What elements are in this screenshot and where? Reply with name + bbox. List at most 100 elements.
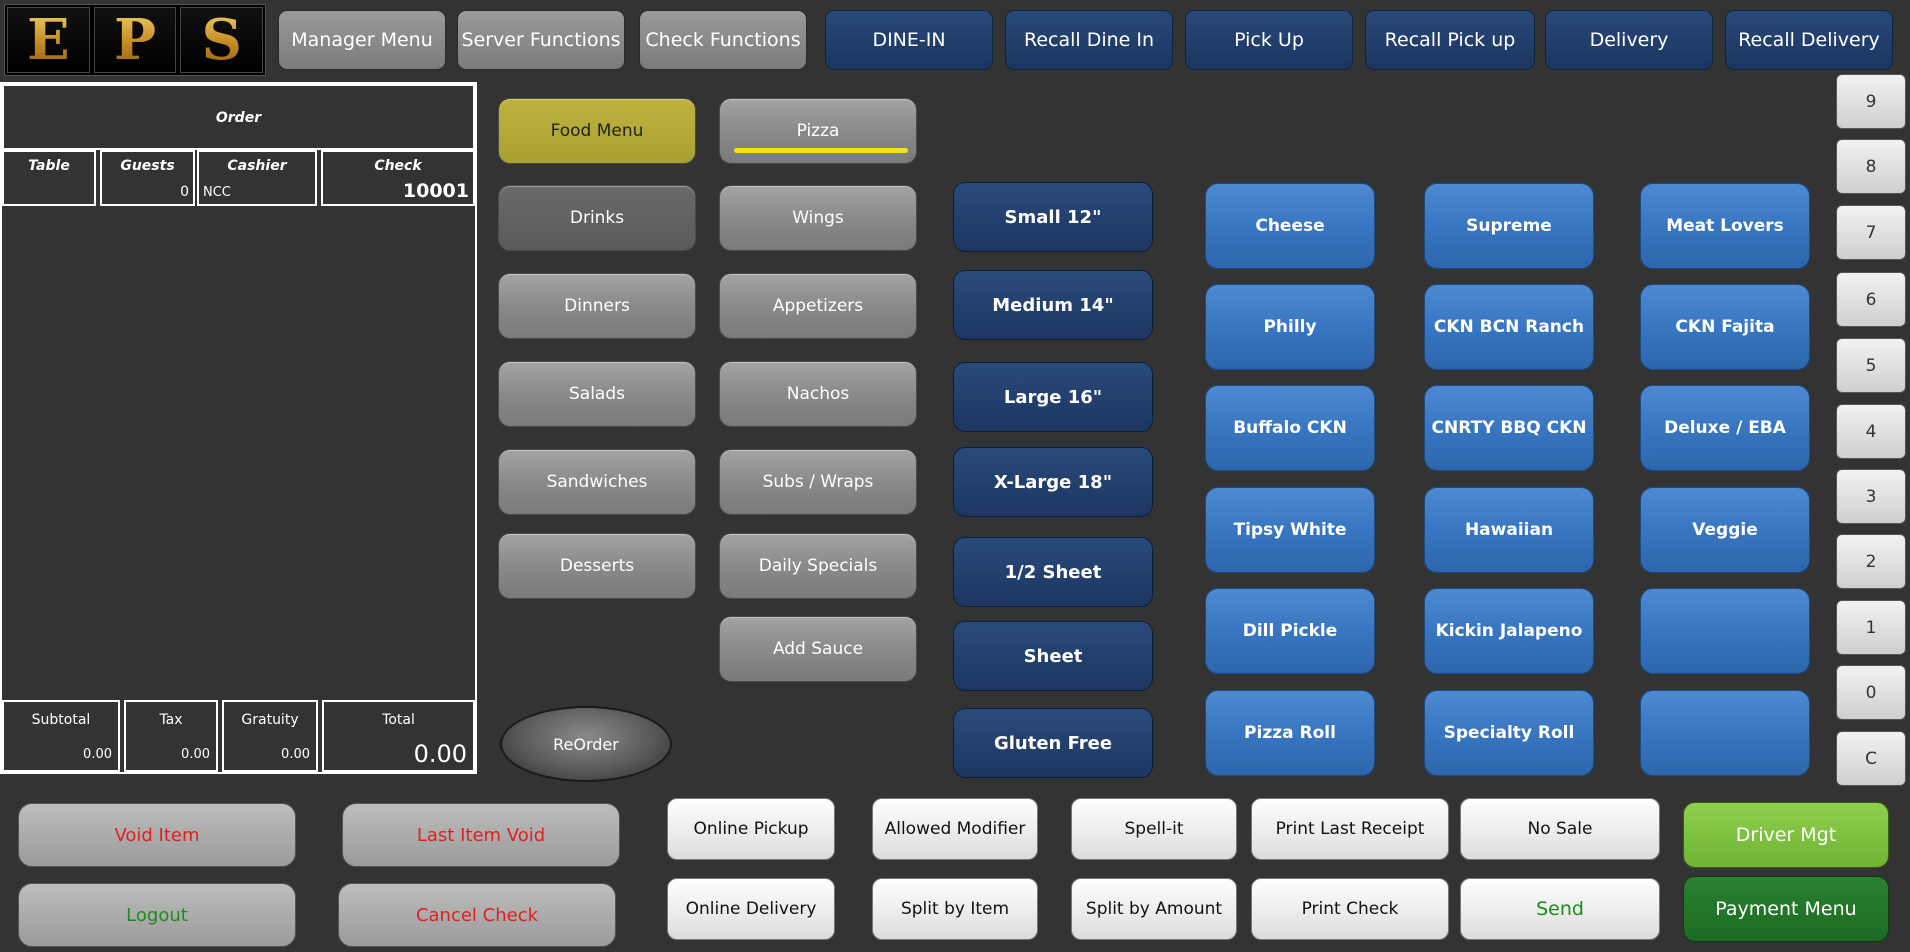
guests-cell: Guests 0: [100, 150, 195, 206]
table-label: Table: [28, 158, 70, 174]
pizza-meat-lovers[interactable]: Meat Lovers: [1640, 183, 1810, 269]
numpad-5[interactable]: 5: [1836, 338, 1906, 393]
category-dinners[interactable]: Dinners: [498, 273, 696, 339]
pizza-philly[interactable]: Philly: [1205, 284, 1375, 370]
split-by-item-button[interactable]: Split by Item: [872, 878, 1038, 940]
numpad-2[interactable]: 2: [1836, 534, 1906, 589]
check-label: Check: [374, 158, 422, 174]
logo-letter-p: P: [93, 7, 177, 73]
numpad-4[interactable]: 4: [1836, 404, 1906, 459]
total-cell: Total 0.00: [322, 700, 475, 772]
size-medium-14[interactable]: Medium 14": [953, 270, 1153, 340]
category-sandwiches[interactable]: Sandwiches: [498, 449, 696, 515]
total-label: Total: [382, 712, 415, 728]
delivery-button[interactable]: Delivery: [1545, 10, 1713, 70]
last-item-void-button[interactable]: Last Item Void: [342, 803, 620, 867]
tax-cell: Tax 0.00: [124, 700, 218, 772]
order-item-list[interactable]: [2, 206, 475, 698]
recall-pick-up-button[interactable]: Recall Pick up: [1365, 10, 1535, 70]
pizza-deluxe-eba[interactable]: Deluxe / EBA: [1640, 385, 1810, 471]
total-value: 0.00: [413, 740, 467, 768]
gratuity-cell: Gratuity 0.00: [222, 700, 318, 772]
size-xlarge-18[interactable]: X-Large 18": [953, 447, 1153, 517]
manager-menu-button[interactable]: Manager Menu: [278, 10, 446, 70]
server-functions-button[interactable]: Server Functions: [457, 10, 625, 70]
category-appetizers[interactable]: Appetizers: [719, 273, 917, 339]
tax-label: Tax: [159, 712, 183, 728]
allowed-modifier-button[interactable]: Allowed Modifier: [872, 798, 1038, 860]
numpad-3[interactable]: 3: [1836, 469, 1906, 524]
dine-in-button[interactable]: DINE-IN: [825, 10, 993, 70]
check-number: 10001: [402, 180, 469, 202]
no-sale-button[interactable]: No Sale: [1460, 798, 1660, 860]
recall-dine-in-button[interactable]: Recall Dine In: [1005, 10, 1173, 70]
category-subs-wraps[interactable]: Subs / Wraps: [719, 449, 917, 515]
send-button[interactable]: Send: [1460, 878, 1660, 940]
pizza-cheese[interactable]: Cheese: [1205, 183, 1375, 269]
cancel-check-button[interactable]: Cancel Check: [338, 883, 616, 947]
size-sheet[interactable]: Sheet: [953, 621, 1153, 691]
numpad-9[interactable]: 9: [1836, 74, 1906, 129]
size-half-sheet[interactable]: 1/2 Sheet: [953, 537, 1153, 607]
numpad-8[interactable]: 8: [1836, 139, 1906, 194]
pizza-tipsy-white[interactable]: Tipsy White: [1205, 487, 1375, 573]
size-small-12[interactable]: Small 12": [953, 182, 1153, 252]
pizza-veggie[interactable]: Veggie: [1640, 487, 1810, 573]
category-add-sauce[interactable]: Add Sauce: [719, 616, 917, 682]
reorder-button[interactable]: ReOrder: [500, 706, 672, 782]
online-pickup-button[interactable]: Online Pickup: [667, 798, 835, 860]
pizza-empty-slot-1[interactable]: [1640, 588, 1810, 674]
logo-letter-s: S: [180, 7, 264, 73]
payment-menu-button[interactable]: Payment Menu: [1683, 876, 1889, 942]
print-check-button[interactable]: Print Check: [1251, 878, 1449, 940]
subtotal-value: 0.00: [83, 747, 112, 762]
logout-button[interactable]: Logout: [18, 883, 296, 947]
category-salads[interactable]: Salads: [498, 361, 696, 427]
pizza-empty-slot-2[interactable]: [1640, 690, 1810, 776]
size-large-16[interactable]: Large 16": [953, 362, 1153, 432]
pizza-dill-pickle[interactable]: Dill Pickle: [1205, 588, 1375, 674]
selected-underline: [734, 148, 908, 153]
numpad-0[interactable]: 0: [1836, 665, 1906, 720]
cashier-label: Cashier: [227, 158, 287, 174]
pizza-ckn-bcn-ranch[interactable]: CKN BCN Ranch: [1424, 284, 1594, 370]
spell-it-button[interactable]: Spell-it: [1071, 798, 1237, 860]
print-last-receipt-button[interactable]: Print Last Receipt: [1251, 798, 1449, 860]
pick-up-button[interactable]: Pick Up: [1185, 10, 1353, 70]
eps-logo: E P S: [4, 4, 266, 76]
numpad-6[interactable]: 6: [1836, 272, 1906, 327]
gratuity-value: 0.00: [281, 747, 310, 762]
category-nachos[interactable]: Nachos: [719, 361, 917, 427]
cashier-cell: Cashier NCC: [197, 150, 317, 206]
pizza-supreme[interactable]: Supreme: [1424, 183, 1594, 269]
numpad-clear[interactable]: C: [1836, 731, 1906, 786]
pizza-pizza-roll[interactable]: Pizza Roll: [1205, 690, 1375, 776]
category-food-menu[interactable]: Food Menu: [498, 98, 696, 164]
category-wings[interactable]: Wings: [719, 185, 917, 251]
category-desserts[interactable]: Desserts: [498, 533, 696, 599]
size-gluten-free[interactable]: Gluten Free: [953, 708, 1153, 778]
tax-value: 0.00: [181, 747, 210, 762]
recall-delivery-button[interactable]: Recall Delivery: [1725, 10, 1893, 70]
guests-label: Guests: [120, 158, 175, 174]
void-item-button[interactable]: Void Item: [18, 803, 296, 867]
subtotal-cell: Subtotal 0.00: [2, 700, 120, 772]
order-title: Order: [215, 110, 262, 126]
numpad-1[interactable]: 1: [1836, 600, 1906, 655]
cashier-value: NCC: [203, 185, 231, 200]
category-drinks[interactable]: Drinks: [498, 185, 696, 251]
pizza-cnrty-bbq-ckn[interactable]: CNRTY BBQ CKN: [1424, 385, 1594, 471]
split-by-amount-button[interactable]: Split by Amount: [1071, 878, 1237, 940]
check-functions-button[interactable]: Check Functions: [639, 10, 807, 70]
online-delivery-button[interactable]: Online Delivery: [667, 878, 835, 940]
pizza-buffalo-ckn[interactable]: Buffalo CKN: [1205, 385, 1375, 471]
numpad-7[interactable]: 7: [1836, 205, 1906, 260]
pizza-specialty-roll[interactable]: Specialty Roll: [1424, 690, 1594, 776]
category-daily-specials[interactable]: Daily Specials: [719, 533, 917, 599]
pizza-ckn-fajita[interactable]: CKN Fajita: [1640, 284, 1810, 370]
pizza-kickin-jalapeno[interactable]: Kickin Jalapeno: [1424, 588, 1594, 674]
pizza-hawaiian[interactable]: Hawaiian: [1424, 487, 1594, 573]
category-pizza[interactable]: Pizza: [719, 98, 917, 164]
guests-value: 0: [180, 184, 189, 200]
driver-mgt-button[interactable]: Driver Mgt: [1683, 802, 1889, 868]
